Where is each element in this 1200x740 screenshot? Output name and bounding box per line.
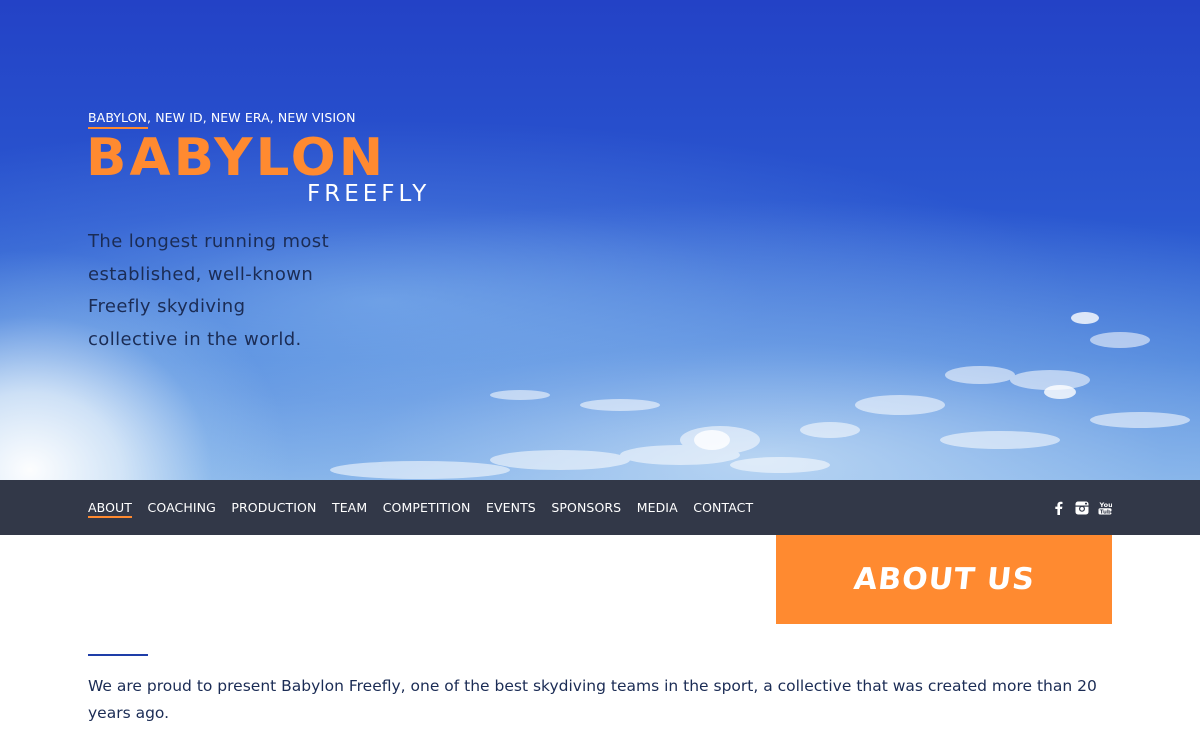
- svg-text:You: You: [1098, 501, 1112, 509]
- nav-item-media[interactable]: MEDIA: [637, 480, 678, 535]
- nav-item-events[interactable]: EVENTS: [486, 480, 536, 535]
- section-divider: [88, 654, 148, 656]
- svg-text:Tube: Tube: [1099, 509, 1111, 515]
- nav-item-coaching[interactable]: COACHING: [148, 480, 216, 535]
- logo-subtitle: FREEFLY: [307, 181, 431, 207]
- nav-item-about[interactable]: ABOUT: [88, 480, 133, 535]
- logo-wordmark[interactable]: BABYLON: [86, 130, 494, 186]
- nav-item-contact[interactable]: CONTACT: [693, 480, 753, 535]
- main-navbar: ABOUT COACHING PRODUCTION TEAM COMPETITI…: [0, 480, 1200, 535]
- hero-banner: BABYLON, NEW ID, NEW ERA, NEW VISION BAB…: [0, 0, 1200, 480]
- hero-intro-text: The longest running most established, we…: [88, 231, 330, 350]
- youtube-icon[interactable]: YouTube: [1097, 500, 1112, 515]
- nav-item-sponsors[interactable]: SPONSORS: [551, 480, 621, 535]
- facebook-icon[interactable]: [1051, 500, 1066, 515]
- nav-menu: ABOUT COACHING PRODUCTION TEAM COMPETITI…: [88, 480, 769, 535]
- nav-item-team[interactable]: TEAM: [332, 480, 367, 535]
- nav-item-competition[interactable]: COMPETITION: [383, 480, 471, 535]
- nav-item-production[interactable]: PRODUCTION: [231, 480, 316, 535]
- instagram-icon[interactable]: [1074, 500, 1089, 515]
- social-links: YouTube: [1051, 480, 1112, 535]
- about-title: ABOUT US: [851, 562, 1037, 597]
- about-paragraph: We are proud to present Babylon Freefly,…: [88, 677, 1097, 722]
- hero-tagline: BABYLON, NEW ID, NEW ERA, NEW VISION: [88, 110, 356, 125]
- about-heading-box: ABOUT US: [776, 535, 1112, 624]
